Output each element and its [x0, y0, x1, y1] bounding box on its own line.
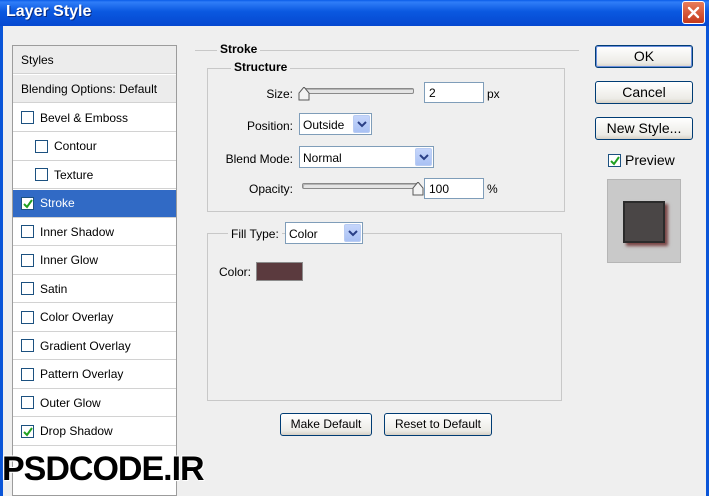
opacity-input[interactable]: [424, 178, 484, 199]
checkmark-icon: [23, 426, 33, 437]
style-item-label: Bevel & Emboss: [40, 110, 129, 125]
chevron-down-icon: [348, 230, 358, 237]
style-item-label: Color Overlay: [40, 310, 114, 324]
opacity-slider[interactable]: [302, 183, 418, 189]
fill-type-dropdown[interactable]: Color: [285, 222, 363, 244]
style-checkbox[interactable]: [21, 367, 34, 381]
size-label: Size:: [266, 87, 293, 101]
style-item-inner-shadow[interactable]: Inner Shadow: [13, 218, 176, 246]
new-style-button[interactable]: New Style...: [595, 117, 693, 140]
checkmark-icon: [610, 155, 620, 166]
style-item-label: Inner Shadow: [40, 224, 115, 239]
fill-type-label: Fill Type:: [228, 227, 282, 241]
size-unit: px: [487, 87, 500, 101]
opacity-label: Opacity:: [248, 182, 293, 196]
style-checkbox[interactable]: [21, 424, 34, 438]
size-slider-thumb[interactable]: [298, 87, 310, 101]
style-item-satin[interactable]: Satin: [13, 275, 176, 303]
make-default-button[interactable]: Make Default: [280, 413, 372, 436]
style-checkbox[interactable]: [21, 111, 34, 124]
reset-to-default-button[interactable]: Reset to Default: [384, 413, 492, 436]
style-checkbox[interactable]: [21, 282, 34, 295]
style-checkbox[interactable]: [21, 253, 34, 267]
structure-title: Structure: [231, 60, 291, 74]
window-title: Layer Style: [6, 3, 92, 20]
preview-square: [623, 201, 665, 243]
chevron-down-icon: [419, 154, 429, 161]
style-item-inner-glow[interactable]: Inner Glow: [13, 247, 176, 275]
style-checkbox[interactable]: [21, 225, 34, 238]
close-icon: [687, 6, 700, 19]
ok-button[interactable]: OK: [595, 45, 693, 68]
style-item-texture[interactable]: Texture: [13, 161, 176, 189]
style-item-contour[interactable]: Contour: [13, 133, 176, 161]
style-item-drop-shadow[interactable]: Drop Shadow: [13, 418, 176, 446]
styles-header[interactable]: Styles: [13, 46, 176, 74]
close-button[interactable]: [682, 1, 705, 24]
fill-type-value: Color: [289, 227, 318, 241]
style-item-label: Texture: [54, 167, 94, 182]
stroke-section-title: Stroke: [217, 42, 261, 56]
style-item-color-overlay[interactable]: Color Overlay: [13, 304, 176, 332]
watermark-logo: PSDCODE.IR: [2, 450, 205, 488]
style-item-label: Contour: [54, 139, 97, 153]
style-checkbox[interactable]: [21, 396, 34, 409]
position-dropdown-arrow[interactable]: [353, 115, 370, 133]
style-checkbox[interactable]: [35, 168, 48, 181]
style-item-label: Gradient Overlay: [40, 338, 131, 353]
fill-type-group: [207, 233, 562, 401]
blending-options-item[interactable]: Blending Options: Default: [13, 75, 176, 103]
blend-mode-dropdown-arrow[interactable]: [415, 148, 432, 166]
position-label: Position:: [246, 119, 293, 133]
style-item-pattern-overlay[interactable]: Pattern Overlay: [13, 361, 176, 389]
position-value: Outside: [303, 118, 345, 132]
blend-mode-label: Blend Mode:: [225, 152, 293, 166]
styles-header-label: Styles: [21, 52, 54, 67]
opacity-slider-thumb[interactable]: [412, 182, 424, 196]
opacity-unit: %: [487, 182, 498, 196]
style-checkbox[interactable]: [21, 196, 34, 210]
blending-options-label: Blending Options: Default: [21, 81, 158, 96]
blend-mode-value: Normal: [303, 151, 342, 165]
preview-checkbox[interactable]: Preview: [608, 152, 675, 168]
fill-type-dropdown-arrow[interactable]: [344, 224, 361, 242]
style-checkbox[interactable]: [21, 339, 34, 352]
style-item-bevel-emboss[interactable]: Bevel & Emboss: [13, 104, 176, 132]
style-item-gradient-overlay[interactable]: Gradient Overlay: [13, 332, 176, 360]
size-input[interactable]: [424, 82, 484, 103]
style-item-stroke[interactable]: Stroke: [13, 189, 176, 218]
preview-label: Preview: [625, 152, 675, 168]
checkmark-icon: [23, 198, 33, 209]
preview-check-box[interactable]: [608, 153, 621, 167]
styles-list: Styles Blending Options: Default Bevel &…: [12, 45, 177, 496]
style-item-label: Drop Shadow: [40, 424, 113, 438]
style-item-label: Satin: [40, 281, 68, 296]
style-item-label: Outer Glow: [40, 395, 101, 410]
style-item-label: Inner Glow: [40, 253, 99, 267]
cancel-button[interactable]: Cancel: [595, 81, 693, 104]
position-dropdown[interactable]: Outside: [299, 113, 372, 135]
style-item-label: Pattern Overlay: [40, 367, 124, 381]
preview-thumbnail: [607, 179, 681, 263]
blend-mode-dropdown[interactable]: Normal: [299, 146, 434, 168]
style-item-outer-glow[interactable]: Outer Glow: [13, 389, 176, 417]
color-label: Color:: [219, 265, 252, 279]
style-checkbox[interactable]: [21, 310, 34, 324]
stroke-color-swatch[interactable]: [256, 262, 303, 281]
title-bar: Layer Style: [0, 0, 709, 26]
style-checkbox[interactable]: [35, 139, 48, 153]
size-slider[interactable]: [302, 88, 414, 94]
style-item-label: Stroke: [40, 196, 75, 210]
chevron-down-icon: [357, 121, 367, 128]
